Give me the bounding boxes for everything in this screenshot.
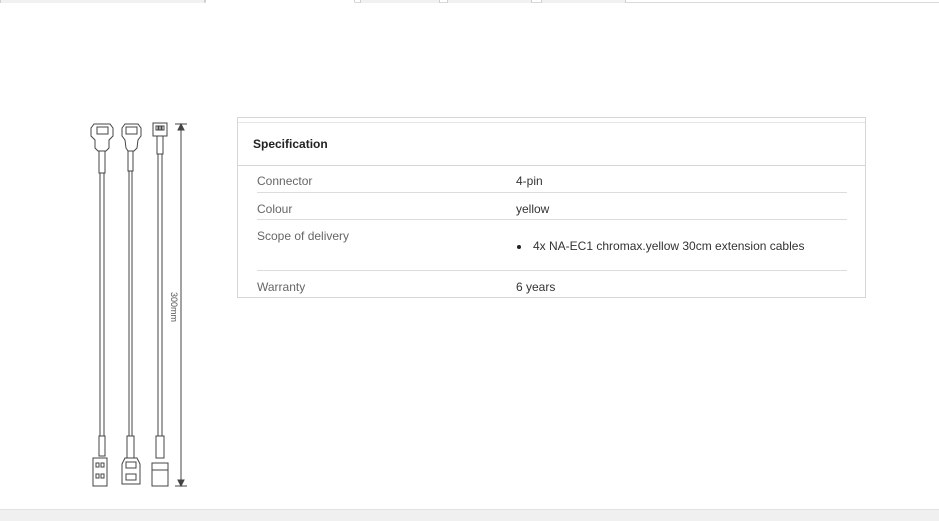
cable-3 bbox=[151, 122, 169, 487]
spec-label-colour: Colour bbox=[257, 202, 293, 216]
tab-2-active[interactable] bbox=[205, 0, 355, 3]
spec-value-warranty: 6 years bbox=[516, 280, 556, 294]
tab-1[interactable] bbox=[0, 0, 205, 3]
specification-header: Specification bbox=[238, 122, 865, 166]
specification-title: Specification bbox=[253, 137, 328, 151]
browser-tab-strip bbox=[0, 0, 939, 3]
spec-label-warranty: Warranty bbox=[257, 280, 306, 294]
cable-illustration: 300mm bbox=[90, 122, 187, 488]
spec-row-colour: Colour yellow bbox=[257, 193, 847, 220]
tab-5[interactable] bbox=[541, 0, 626, 3]
spec-value-colour: yellow bbox=[516, 202, 550, 216]
cable-1 bbox=[90, 123, 114, 487]
horizontal-scrollbar[interactable] bbox=[0, 509, 939, 521]
spec-row-connector: Connector 4-pin bbox=[257, 165, 847, 193]
spec-value-connector: 4-pin bbox=[516, 174, 543, 188]
scope-of-delivery-item: 4x NA-EC1 chromax.yellow 30cm extension … bbox=[516, 239, 804, 253]
cable-drawing: 300mm bbox=[80, 118, 195, 493]
tab-3[interactable] bbox=[360, 0, 440, 3]
spec-label-connector: Connector bbox=[257, 174, 313, 188]
dimension-label: 300mm bbox=[169, 292, 179, 322]
specification-table: Specification Connector 4-pin Colour yel… bbox=[237, 117, 866, 298]
cable-2 bbox=[121, 123, 142, 485]
spec-row-scope-of-delivery: Scope of delivery 4x NA-EC1 chromax.yell… bbox=[257, 220, 847, 271]
scope-of-delivery-list: 4x NA-EC1 chromax.yellow 30cm extension … bbox=[516, 239, 804, 253]
tab-4[interactable] bbox=[447, 0, 532, 3]
spec-label-scope-of-delivery: Scope of delivery bbox=[257, 229, 350, 243]
spec-row-warranty: Warranty 6 years bbox=[257, 271, 847, 298]
